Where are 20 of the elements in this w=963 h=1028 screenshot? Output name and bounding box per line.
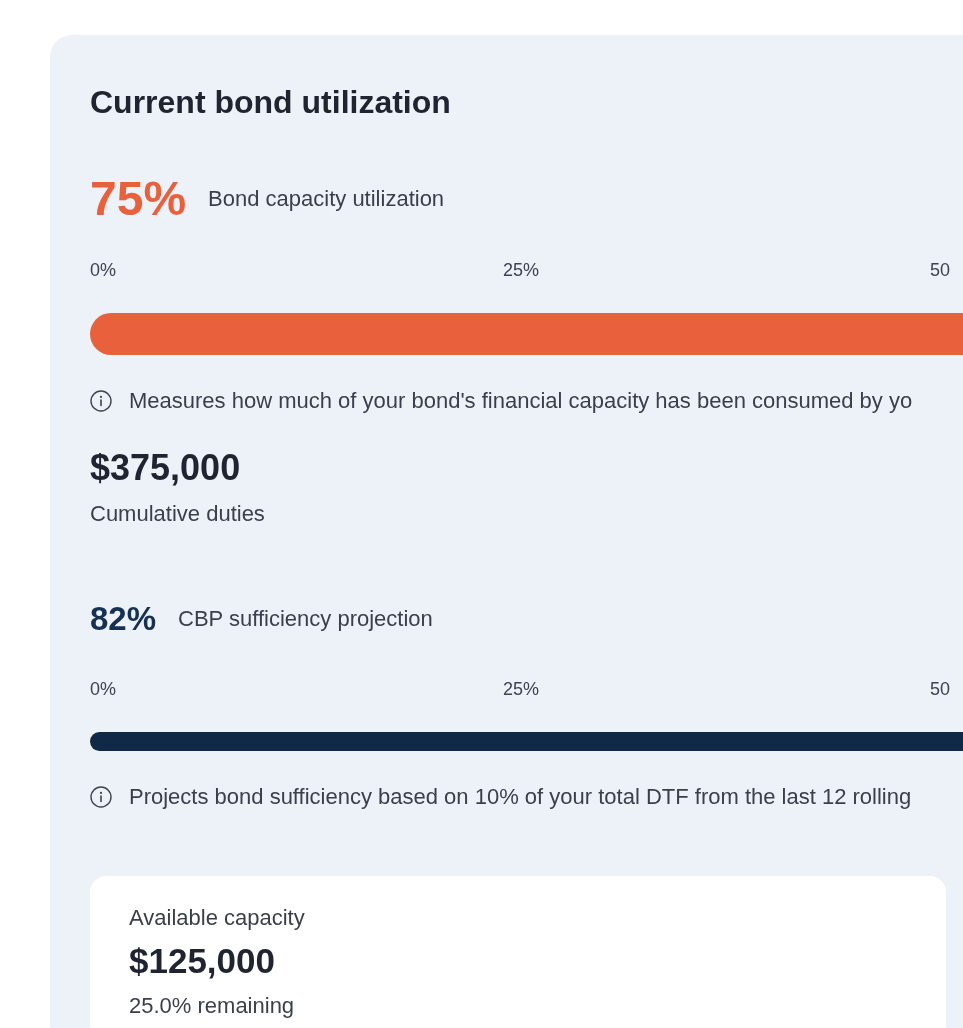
duties-label: Cumulative duties [90, 501, 265, 527]
metric-label: Bond capacity utilization [208, 186, 445, 212]
scale-label: 50 [930, 260, 951, 280]
utilization-percent: 75% [90, 175, 187, 223]
capacity-amount: $125,000 [129, 942, 275, 980]
scale-label: 25% [503, 260, 540, 280]
duties-amount: $375,000 [90, 451, 241, 485]
info-note: Measures how much of your bond's financial capacity has been consumed by yo [129, 388, 913, 414]
card-title: Current bond utilization [90, 85, 451, 119]
scale-label: 0% [90, 260, 116, 280]
info-icon [90, 786, 112, 808]
scale-label: 50 [930, 679, 951, 699]
info-icon [90, 390, 112, 412]
metric-label: CBP sufficiency projection [178, 606, 433, 632]
scale-label: 0% [90, 679, 116, 699]
sufficiency-percent: 82% [90, 601, 157, 637]
scale-label: 25% [503, 679, 540, 699]
capacity-label: Available capacity [129, 905, 305, 931]
info-note: Projects bond sufficiency based on 10% of your total DTF from the last 12 rolling [129, 784, 912, 810]
capacity-remaining: 25.0% remaining [129, 993, 295, 1019]
